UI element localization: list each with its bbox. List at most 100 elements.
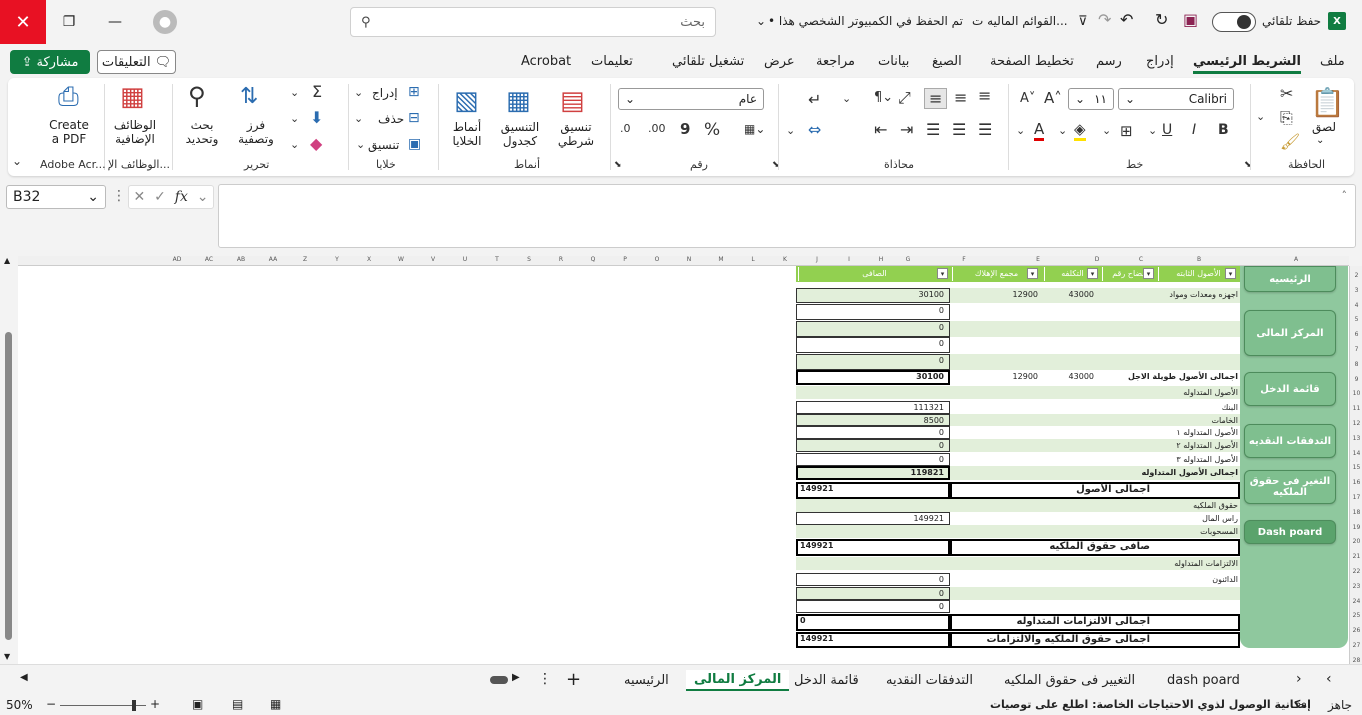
redo-icon[interactable]: ↷ (1098, 10, 1111, 29)
fill-icon[interactable]: ⬇ (310, 108, 323, 127)
next-sheet-icon[interactable]: › (1296, 671, 1302, 687)
merge-dropdown-icon[interactable]: ⌄ (786, 124, 795, 137)
tab-formulas[interactable]: الصيغ (932, 54, 962, 69)
tab-page-layout[interactable]: تخطيط الصفحة (990, 54, 1074, 69)
align-right-icon[interactable]: ☰ (978, 120, 992, 139)
row-header[interactable]: 16 (1350, 479, 1362, 486)
borders-dropdown-icon[interactable]: ⌄ (1102, 124, 1111, 137)
restore-icon[interactable]: ❐ (46, 0, 92, 44)
scroll-down-icon[interactable]: ▼ (4, 652, 10, 661)
comments-button[interactable]: التعليقات 🗨 (97, 50, 176, 74)
worksheet-grid[interactable]: الصافى ▾ مجمع الإهلاك ▾ التكلفه ▾ إيضاح رقم ▾ ال… (18, 266, 1349, 664)
column-header[interactable]: B (1155, 256, 1243, 263)
tab-file[interactable]: ملف (1320, 54, 1345, 69)
underline-dropdown-icon[interactable]: ⌄ (1148, 124, 1157, 137)
orientation-icon[interactable]: ⤢ (898, 88, 911, 108)
cell-styles-button[interactable]: أنماط الخلايا (444, 120, 490, 148)
find-select-button[interactable]: بحث وتحديد (178, 118, 226, 146)
row-header[interactable]: 24 (1350, 598, 1362, 605)
sheet-list-icon[interactable]: ⋮ (538, 671, 552, 687)
save-icon[interactable]: ▣ (1183, 10, 1198, 29)
add-sheet-icon[interactable]: + (566, 669, 581, 690)
column-header[interactable]: O (641, 256, 673, 263)
zoom-out-icon[interactable]: − (46, 697, 56, 711)
column-header[interactable]: S (513, 256, 545, 263)
scroll-right-icon[interactable]: ▶ (512, 672, 520, 683)
autosum-dropdown-icon[interactable]: ⌄ (290, 86, 299, 99)
horizontal-scroll-thumb[interactable] (490, 676, 508, 684)
underline-button[interactable]: U (1162, 122, 1172, 138)
row-header[interactable]: 25 (1350, 612, 1362, 619)
increase-font-icon[interactable]: A˄ (1044, 89, 1062, 107)
column-header[interactable]: D (1067, 256, 1127, 263)
scroll-thumb[interactable] (5, 332, 12, 640)
accounting-format-icon[interactable]: ▦⌄ (744, 122, 765, 136)
format-painter-icon[interactable]: 🖌 (1280, 132, 1300, 151)
row-header[interactable]: 23 (1350, 583, 1362, 590)
close-icon[interactable]: ✕ (0, 0, 46, 44)
column-header[interactable]: W (385, 256, 417, 263)
align-middle-icon[interactable]: ≡ (954, 88, 967, 107)
column-header[interactable]: U (449, 256, 481, 263)
row-header[interactable]: 6 (1350, 331, 1362, 338)
nav-button-cash-flow[interactable]: التدفقات النقديه (1244, 424, 1336, 458)
addins-button[interactable]: الوظائف الإضافية (112, 118, 158, 146)
align-bottom-icon[interactable]: ≡ (924, 88, 948, 109)
column-header[interactable]: N (673, 256, 705, 263)
increase-indent-icon[interactable]: ⇥ (900, 120, 913, 139)
zoom-level[interactable]: 50% (6, 698, 33, 712)
nav-button-income[interactable]: قائمة الدخل (1244, 372, 1336, 406)
autosave-toggle[interactable] (1212, 12, 1256, 32)
row-header[interactable]: 14 (1350, 450, 1362, 457)
share-button[interactable]: ⇪ مشاركة (10, 50, 90, 74)
row-header[interactable]: 21 (1350, 553, 1362, 560)
column-header[interactable]: Y (321, 256, 353, 263)
column-header[interactable]: G (897, 256, 919, 263)
tab-review[interactable]: مراجعة (816, 54, 855, 69)
row-header[interactable]: 22 (1350, 568, 1362, 575)
row-header[interactable]: 11 (1350, 405, 1362, 412)
format-dropdown-icon[interactable]: ⌄ (356, 138, 365, 151)
wrap-text-icon[interactable]: ↵ (808, 90, 821, 109)
search-input[interactable]: بحث ⚲ (350, 7, 716, 37)
column-header[interactable]: M (705, 256, 737, 263)
insert-function-icon[interactable]: fx (175, 189, 188, 205)
row-header[interactable]: 4 (1350, 302, 1362, 309)
undo-icon[interactable]: ↶ (1120, 10, 1133, 29)
formula-input[interactable]: ˄ (218, 184, 1356, 248)
sheet-tab-income[interactable]: قائمة الدخل (794, 673, 859, 688)
column-header[interactable]: J (801, 256, 833, 263)
column-header[interactable]: AD (161, 256, 193, 263)
minimize-icon[interactable]: — (92, 0, 138, 44)
tab-data[interactable]: بيانات (878, 54, 909, 69)
merge-center-icon[interactable]: ⇔ (808, 120, 821, 139)
scroll-left-icon[interactable]: ◀ (20, 672, 28, 683)
row-header[interactable]: 26 (1350, 627, 1362, 634)
nav-button-dashboard[interactable]: Dash poard (1244, 520, 1336, 544)
nav-button-financial-position[interactable]: المركز المالى (1244, 310, 1336, 356)
account-icon[interactable]: ● (142, 0, 188, 44)
decrease-decimal-icon[interactable]: .00 (648, 122, 666, 135)
bold-button[interactable]: B (1218, 122, 1229, 138)
sheet-tab-dash-poard[interactable]: dash poard (1167, 673, 1240, 688)
fill-color-dropdown-icon[interactable]: ⌄ (1058, 124, 1067, 137)
row-header[interactable]: 19 (1350, 524, 1362, 531)
row-header[interactable]: 27 (1350, 642, 1362, 649)
row-header[interactable]: 18 (1350, 509, 1362, 516)
number-launcher-icon[interactable]: ⬊ (614, 160, 622, 170)
align-left-icon[interactable]: ☰ (926, 120, 940, 139)
italic-button[interactable]: I (1192, 122, 1196, 138)
column-header[interactable]: A (1243, 256, 1349, 263)
row-header[interactable]: 15 (1350, 464, 1362, 471)
conditional-format-button[interactable]: تنسيق شرطي (550, 120, 602, 148)
font-color-icon[interactable]: A (1034, 120, 1045, 141)
delete-dropdown-icon[interactable]: ⌄ (354, 112, 363, 125)
accessibility-status[interactable]: إمكانية الوصول لذوي الاحتياجات الخاصة: ا… (990, 698, 1311, 711)
row-header[interactable]: 12 (1350, 420, 1362, 427)
column-header[interactable]: L (737, 256, 769, 263)
column-header[interactable]: C (1127, 256, 1155, 263)
page-break-view-icon[interactable]: ▣ (192, 697, 203, 711)
column-header[interactable]: X (353, 256, 385, 263)
zoom-in-icon[interactable]: + (150, 697, 160, 711)
row-header[interactable]: 28 (1350, 657, 1362, 664)
